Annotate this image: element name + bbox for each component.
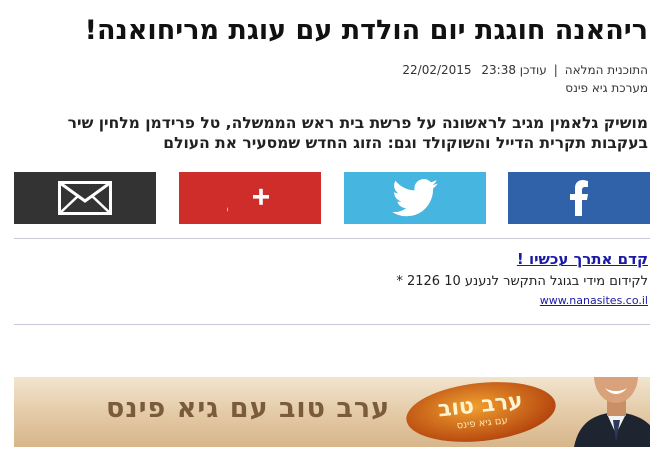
facebook-icon: [570, 180, 588, 216]
google-plus-share-button[interactable]: g: [179, 172, 321, 224]
facebook-share-button[interactable]: [508, 172, 650, 224]
google-plus-icon: g: [227, 182, 269, 215]
ad-url-link[interactable]: www.nanasites.co.il: [248, 294, 648, 308]
article-author: מערכת גיא פינס: [565, 81, 648, 95]
banner-text: ערב טוב עם גיא פינס: [106, 393, 391, 424]
article-lead: מושיק גלאמין מגיב לראשונה על פרשת בית רא…: [67, 114, 648, 152]
host-photo: [574, 377, 650, 447]
divider: [14, 324, 650, 325]
twitter-icon: [392, 179, 438, 217]
article-title: ריהאנה חוגגת יום הולדת עם עוגת מריחואנה!: [84, 15, 648, 46]
article-meta: התוכנית המלאה | עודכן 23:38 22/02/2015: [402, 63, 648, 78]
update-date: 22/02/2015: [402, 63, 472, 77]
section-link[interactable]: התוכנית המלאה: [565, 63, 648, 77]
twitter-share-button[interactable]: [344, 172, 486, 224]
envelope-icon: [58, 181, 112, 215]
update-time: 23:38: [481, 63, 516, 77]
email-share-button[interactable]: [14, 172, 156, 224]
ad-title-link[interactable]: קדם אתרך עכשיו !: [248, 250, 648, 269]
ad-text: לקידום מידי בגוגל התקשר לנענע 10 2126 *: [396, 274, 648, 289]
meta-separator: |: [553, 63, 558, 77]
divider: [14, 238, 650, 239]
show-logo: ערב טוב עם גיא פינס: [403, 377, 559, 447]
updated-label: עודכן: [519, 63, 547, 77]
show-banner[interactable]: ערב טוב עם גיא פינס ערב טוב עם גיא פינס: [14, 377, 650, 447]
text-ad: קדם אתרך עכשיו ! לקידום מידי בגוגל התקשר…: [248, 250, 648, 308]
article-page: ריהאנה חוגגת יום הולדת עם עוגת מריחואנה!…: [0, 0, 670, 462]
svg-text:g: g: [227, 182, 228, 215]
